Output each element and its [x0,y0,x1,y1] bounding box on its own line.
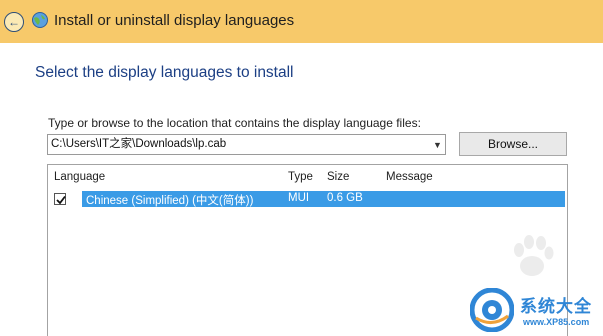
cell-language: Chinese (Simplified) (中文(简体)) [86,195,254,207]
cell-size: 0.6 GB [327,192,363,204]
watermark-url: www.XP85.com [523,317,590,327]
language-checkbox[interactable] [54,193,66,205]
page-title: Select the display languages to install [35,64,294,81]
browse-button[interactable]: Browse... [459,132,567,156]
column-header-language[interactable]: Language [54,171,105,183]
watermark-brand: 系统大全 [520,297,592,316]
language-globe-icon [32,12,48,28]
chevron-down-icon: ▼ [433,139,442,150]
column-header-size[interactable]: Size [327,171,349,183]
back-button[interactable]: ← [4,12,24,32]
path-input[interactable]: C:\Users\IT之家\Downloads\lp.cab [47,134,446,155]
watermark-logo-icon [470,288,514,332]
back-arrow-icon: ← [8,15,20,29]
cell-type: MUI [288,192,310,204]
watermark-paw-icon [514,235,554,276]
path-dropdown-button[interactable]: ▼ [430,135,445,154]
column-header-message[interactable]: Message [386,171,433,183]
window-title: Install or uninstall display languages [54,12,295,29]
path-field-label: Type or browse to the location that cont… [48,116,421,130]
checkmark-icon [56,195,66,205]
title-bar: ← Install or uninstall display languages [0,0,603,43]
column-header-type[interactable]: Type [288,171,313,183]
